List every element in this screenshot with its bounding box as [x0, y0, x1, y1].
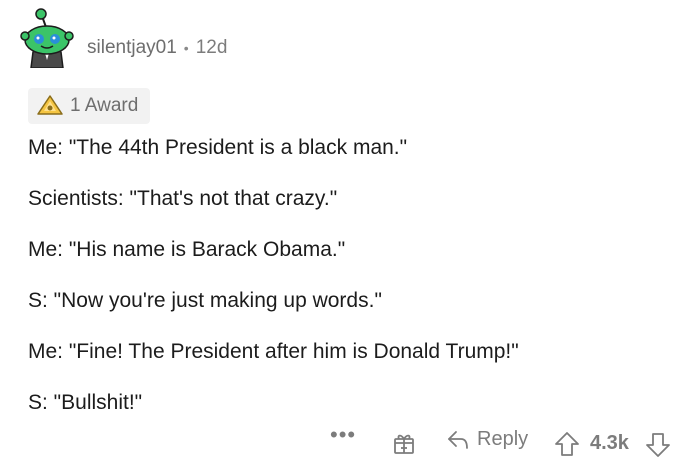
award-label: 1 Award	[70, 95, 139, 116]
meta-separator: •	[183, 40, 189, 56]
comment-meta: silentjay01 • 12d	[87, 37, 227, 59]
reply-arrow-icon	[448, 430, 468, 449]
upvote-arrow-icon	[555, 432, 579, 456]
comment-body: Me: "The 44th President is a black man."…	[28, 133, 688, 418]
reply-label: Reply	[477, 428, 529, 450]
downvote-button[interactable]	[645, 432, 671, 463]
award-icon	[37, 95, 63, 115]
comment-line: Me: "His name is Barack Obama."	[28, 238, 346, 261]
gift-icon	[394, 434, 414, 454]
gift-award-button[interactable]	[392, 431, 416, 460]
more-options-button[interactable]: •••	[330, 424, 356, 446]
comment-header: silentjay01 • 12d	[20, 8, 680, 69]
user-avatar-icon[interactable]	[20, 8, 74, 69]
comment-line: Scientists: "That's not that crazy."	[28, 187, 338, 210]
vote-score: 4.3k	[590, 432, 629, 454]
username-link[interactable]: silentjay01	[87, 37, 177, 59]
upvote-button[interactable]	[554, 431, 580, 462]
comment-age[interactable]: 12d	[196, 37, 228, 59]
comment-action-bar: ••• Reply 4.3k	[0, 422, 700, 458]
downvote-arrow-icon	[646, 433, 670, 457]
comment-line: S: "Now you're just making up words."	[28, 289, 382, 312]
comment-line: Me: "The 44th President is a black man."	[28, 136, 408, 159]
comment-line: Me: "Fine! The President after him is Do…	[28, 340, 519, 363]
award-badge[interactable]: 1 Award	[28, 88, 151, 124]
comment-line: S: "Bullshit!"	[28, 391, 143, 414]
reply-button[interactable]: Reply	[446, 428, 528, 451]
